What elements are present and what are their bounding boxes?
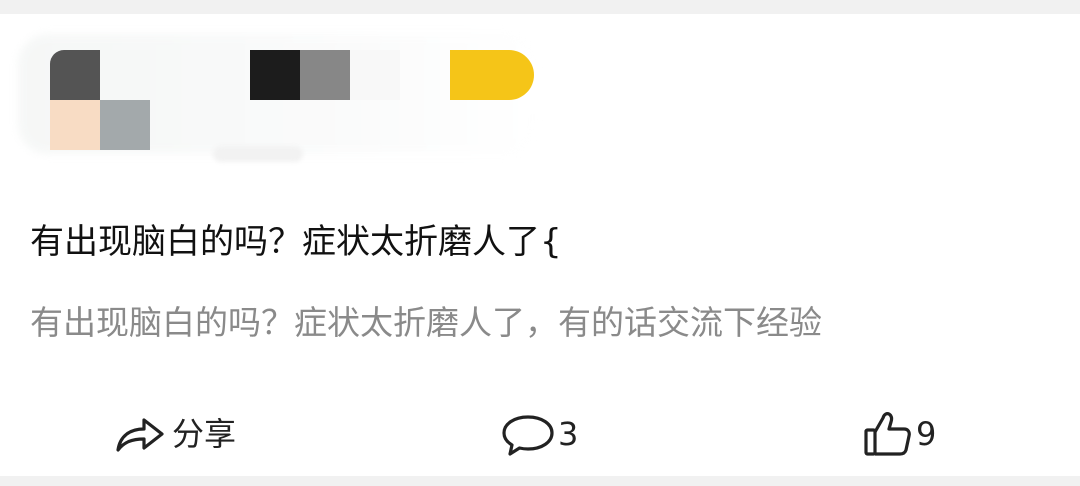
comment-icon bbox=[500, 412, 556, 456]
level-badge bbox=[450, 50, 534, 100]
action-bar: 分享 3 9 bbox=[0, 394, 1080, 474]
like-count: 9 bbox=[916, 415, 937, 453]
share-button[interactable]: 分享 bbox=[112, 410, 236, 458]
post-meta-obscured bbox=[213, 146, 303, 162]
post-snippet[interactable]: 有出现脑白的吗？症状太折磨人了，有的话交流下经验 bbox=[30, 300, 1050, 346]
obscured-author-header bbox=[18, 34, 538, 164]
comment-count: 3 bbox=[558, 415, 579, 453]
avatar bbox=[50, 100, 100, 150]
post-title[interactable]: 有出现脑白的吗？症状太折磨人了{ bbox=[30, 218, 1030, 266]
author-name-obscured bbox=[300, 50, 350, 100]
avatar[interactable] bbox=[50, 50, 100, 100]
avatar bbox=[100, 100, 150, 150]
author-name-obscured bbox=[350, 50, 400, 100]
share-icon bbox=[112, 412, 166, 456]
thumbs-up-icon bbox=[862, 410, 914, 458]
comment-button[interactable]: 3 bbox=[500, 410, 578, 458]
post-card[interactable]: 有出现脑白的吗？症状太折磨人了{ 有出现脑白的吗？症状太折磨人了，有的话交流下经… bbox=[0, 14, 1080, 476]
author-name-obscured[interactable] bbox=[250, 50, 300, 100]
avatar bbox=[100, 50, 150, 100]
like-button[interactable]: 9 bbox=[862, 410, 936, 458]
share-label: 分享 bbox=[172, 415, 237, 453]
